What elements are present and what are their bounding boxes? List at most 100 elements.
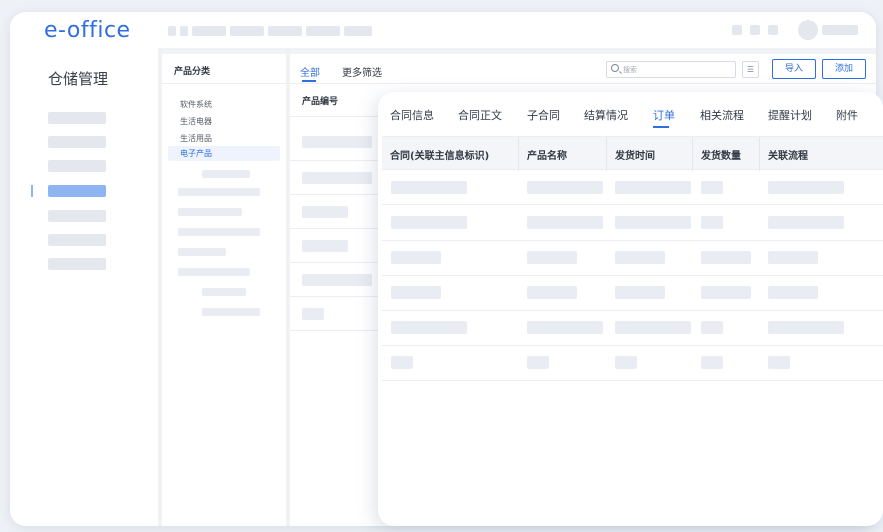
user-name-placeholder[interactable]	[822, 25, 858, 35]
table-cell	[302, 136, 372, 148]
table-cell	[302, 240, 348, 252]
table-cell	[527, 216, 603, 229]
top-nav-placeholder-7[interactable]	[344, 26, 372, 36]
row-divider	[290, 330, 386, 331]
column-divider	[759, 137, 760, 171]
category-title: 产品分类	[174, 67, 211, 77]
module-title: 仓储管理	[48, 70, 109, 88]
top-nav-placeholder-2[interactable]	[180, 26, 188, 36]
category-item-active[interactable]: 电子产品	[168, 146, 280, 161]
table-cell	[391, 251, 441, 264]
table-cell	[701, 321, 723, 334]
tab-related-flow[interactable]: 相关流程	[700, 107, 744, 123]
tab-order[interactable]: 订单	[653, 107, 675, 123]
column-divider	[606, 137, 607, 171]
top-nav-placeholder-6[interactable]	[306, 26, 340, 36]
tab-contract-info[interactable]: 合同信息	[390, 107, 434, 123]
table-cell	[768, 181, 844, 194]
sidebar-item[interactable]	[48, 160, 106, 172]
table-cell	[527, 181, 603, 194]
filter-tabs: 全部 更多筛选 搜索 ☰ 导入 添加	[290, 54, 876, 84]
sidebar-item-active[interactable]	[48, 185, 106, 197]
search-placeholder: 搜索	[623, 66, 637, 74]
sidebar-item[interactable]	[48, 234, 106, 246]
column-header-product-name: 产品名称	[527, 151, 567, 162]
top-tool-placeholder-1[interactable]	[732, 25, 742, 35]
top-nav-placeholder-1[interactable]	[168, 26, 176, 36]
table-cell	[527, 356, 549, 369]
top-tool-placeholder-3[interactable]	[768, 25, 778, 35]
table-cell	[701, 251, 751, 264]
category-item[interactable]: 生活电器	[180, 116, 212, 127]
category-item[interactable]: 软件系统	[180, 99, 212, 110]
table-cell	[302, 172, 372, 184]
column-divider	[518, 137, 519, 171]
row-divider	[290, 160, 386, 161]
app-logo: e-office	[44, 18, 131, 43]
top-nav-placeholder-5[interactable]	[268, 26, 302, 36]
row-divider	[290, 228, 386, 229]
table-cell	[701, 356, 723, 369]
row-divider	[290, 116, 386, 117]
tab-active-indicator	[302, 80, 316, 82]
table-cell	[527, 251, 577, 264]
import-button[interactable]: 导入	[772, 59, 816, 79]
sidebar-item[interactable]	[48, 210, 106, 222]
category-item[interactable]: 生活用品	[180, 133, 212, 144]
tab-settlement[interactable]: 结算情况	[584, 107, 628, 123]
sidebar-item[interactable]	[48, 136, 106, 148]
row-divider	[382, 275, 883, 276]
category-item[interactable]	[178, 248, 226, 256]
table-cell	[615, 356, 637, 369]
category-item[interactable]	[178, 228, 260, 236]
sidebar-item[interactable]	[48, 112, 106, 124]
table-cell	[768, 251, 818, 264]
tab-all[interactable]: 全部	[300, 64, 320, 79]
module-sidebar: 仓储管理	[10, 48, 158, 526]
search-input[interactable]: 搜索	[606, 61, 736, 78]
filter-icon[interactable]: ☰	[742, 61, 759, 78]
top-bar: e-office	[10, 12, 876, 48]
tab-active-indicator	[653, 126, 669, 128]
top-nav-placeholder-4[interactable]	[230, 26, 264, 36]
row-divider	[382, 345, 883, 346]
table-cell	[701, 181, 723, 194]
category-panel: 产品分类 软件系统 生活电器 生活用品 电子产品	[162, 54, 286, 526]
top-nav-placeholder-3[interactable]	[192, 26, 226, 36]
category-subitem[interactable]	[202, 308, 260, 316]
table-cell	[391, 356, 413, 369]
table-cell	[391, 321, 467, 334]
contract-detail-popup: 合同信息 合同正文 子合同 结算情况 订单 相关流程 提醒计划 附件 合同(关联…	[378, 92, 883, 526]
row-divider	[290, 194, 386, 195]
table-cell	[768, 216, 844, 229]
table-cell	[615, 321, 691, 334]
sidebar-item[interactable]	[48, 258, 106, 270]
column-header-ship-time: 发货时间	[615, 151, 655, 162]
top-tool-placeholder-2[interactable]	[750, 25, 760, 35]
table-cell	[302, 274, 372, 286]
order-table-header: 合同(关联主信息标识) 产品名称 发货时间 发货数量 关联流程	[382, 136, 883, 171]
table-cell	[302, 308, 324, 320]
table-cell	[391, 216, 467, 229]
category-subitem[interactable]	[202, 288, 246, 296]
column-header-contract: 合同(关联主信息标识)	[390, 151, 490, 162]
category-item[interactable]	[178, 208, 242, 216]
tab-contract-text[interactable]: 合同正文	[458, 107, 502, 123]
tab-sub-contract[interactable]: 子合同	[527, 107, 560, 123]
table-cell	[615, 216, 691, 229]
sidebar-active-marker	[31, 185, 33, 197]
add-button[interactable]: 添加	[822, 59, 866, 79]
table-cell	[615, 181, 691, 194]
search-icon	[611, 64, 619, 72]
table-cell	[391, 286, 441, 299]
category-subitem[interactable]	[202, 170, 250, 178]
table-cell	[701, 286, 751, 299]
tab-more-filter[interactable]: 更多筛选	[342, 64, 382, 79]
tab-reminder-plan[interactable]: 提醒计划	[768, 107, 812, 123]
category-item[interactable]	[178, 188, 260, 196]
tab-attachments[interactable]: 附件	[836, 107, 858, 123]
row-divider	[382, 204, 883, 205]
category-item[interactable]	[178, 268, 250, 276]
avatar[interactable]	[798, 20, 818, 40]
row-divider	[290, 296, 386, 297]
